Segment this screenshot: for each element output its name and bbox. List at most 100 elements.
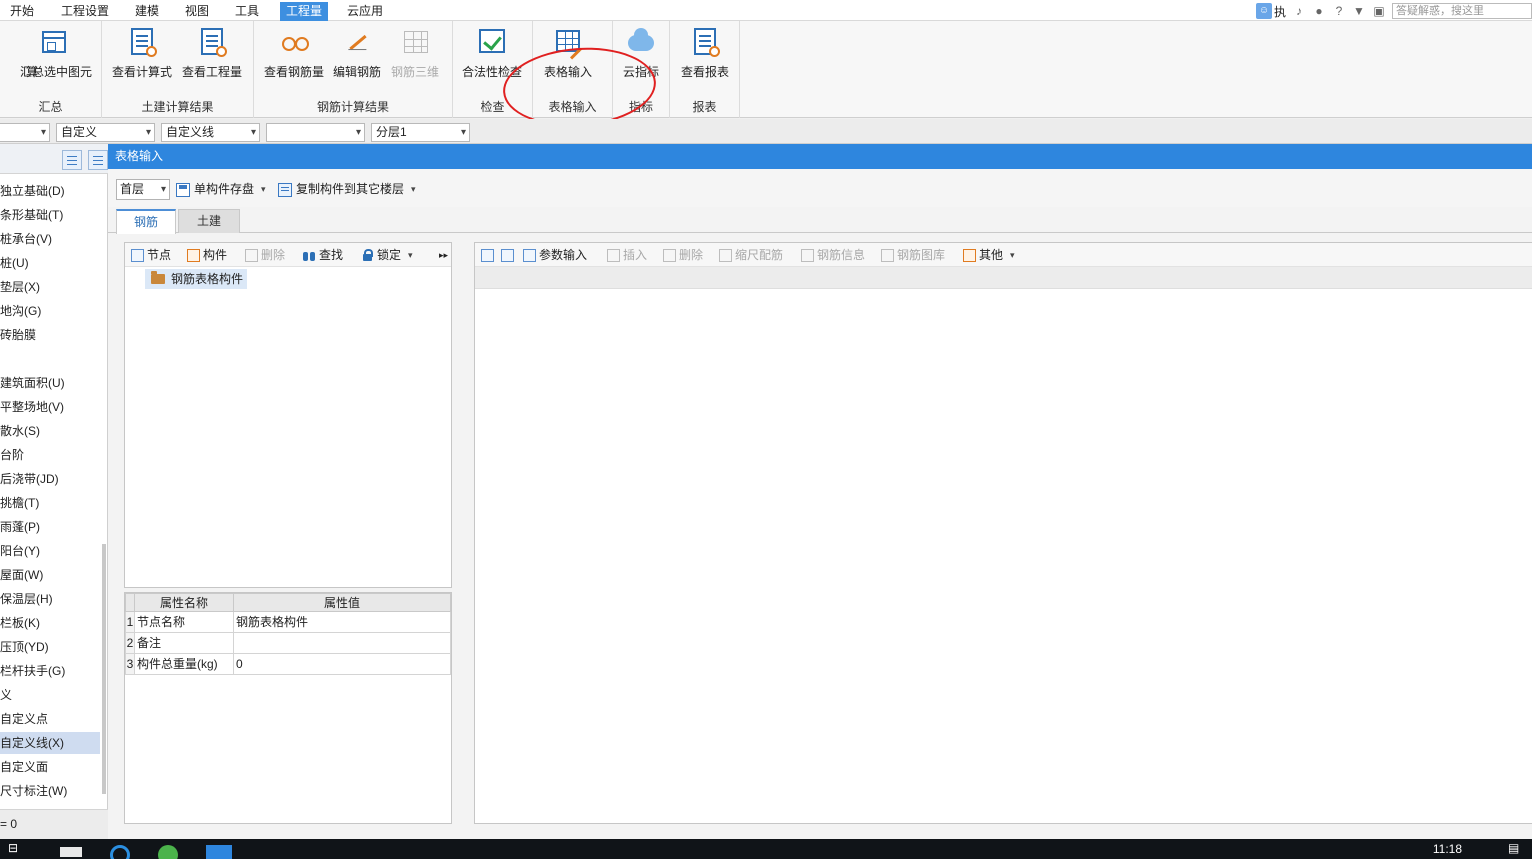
report-doc-icon [690,27,720,57]
sidebar-item[interactable]: 压顶(YD) [0,636,100,658]
table-row[interactable]: 3 构件总重量(kg) 0 [125,653,451,675]
scale-rebar-button[interactable]: 缩尺配筋 [719,247,783,264]
shirt-icon[interactable]: ▼ [1352,4,1366,18]
sidebar-item[interactable]: 平整场地(V) [0,396,100,418]
rebar-3d-button[interactable]: 钢筋三维 [382,27,448,80]
group-summary-label: 汇总 [38,100,63,114]
menu-tools[interactable]: 工具 [229,3,265,21]
delete-row-button[interactable]: 删除 [663,247,703,264]
chevron-down-icon: ▾ [411,184,416,194]
view-report-label: 查看报表 [680,65,729,79]
left-nav-scrollbar[interactable] [102,544,106,794]
sidebar-item[interactable]: 砖胎膜 [0,324,100,346]
filter-combo-4[interactable] [266,123,365,142]
list-view-icon[interactable] [62,150,82,170]
edit-rebar-button[interactable]: 编辑钢筋 [324,27,390,80]
sidebar-item[interactable]: 桩承台(V) [0,228,100,250]
green-app-icon[interactable] [158,845,178,859]
add-node-button[interactable]: 节点 [131,247,171,264]
sidebar-item[interactable]: 栏板(K) [0,612,100,634]
expand-toolbar-icon[interactable]: ▸▸ [439,247,448,264]
property-value[interactable]: 钢筋表格构件 [233,611,451,633]
view-quantity-button[interactable]: 查看工程量 [179,27,245,80]
window-icon[interactable]: ▣ [1372,4,1386,18]
chevron-down-icon: ▾ [408,250,413,260]
sidebar-item[interactable] [0,348,100,370]
lock-button[interactable]: 锁定 ▾ [361,247,413,264]
sidebar-item[interactable]: 义 [0,684,100,706]
tab-rebar[interactable]: 钢筋 [116,209,176,234]
sidebar-item[interactable]: 建筑面积(U) [0,372,100,394]
table-row[interactable]: 1 节点名称 钢筋表格构件 [125,611,451,633]
property-value[interactable]: 0 [233,653,451,675]
sidebar-item[interactable]: 地沟(G) [0,300,100,322]
sidebar-item[interactable]: 散水(S) [0,420,100,442]
filter-combo-type[interactable]: 自定义 [56,123,155,142]
action-center-icon[interactable]: ▤ [1508,841,1532,859]
menu-start[interactable]: 开始 [4,3,40,21]
help-icon[interactable]: ? [1332,4,1346,18]
sidebar-item[interactable]: 自定义面 [0,756,100,778]
move-down-button[interactable] [501,247,514,264]
delete-row-label: 删除 [679,248,704,262]
menu-modeling[interactable]: 建模 [129,3,165,21]
ribbon: 算 汇总选中图元 汇总 查看计算式 查看工程量 土建计算结果 查看钢筋量 编辑钢… [0,21,1532,132]
tab-civil[interactable]: 土建 [178,209,240,233]
sidebar-item[interactable]: 雨蓬(P) [0,516,100,538]
sidebar-item[interactable]: 后浇带(JD) [0,468,100,490]
sidebar-item[interactable]: 挑檐(T) [0,492,100,514]
property-name: 构件总重量(kg) [134,653,234,675]
menu-quantities[interactable]: 工程量 [280,2,329,21]
insert-button[interactable]: 插入 [607,247,647,264]
sidebar-item[interactable]: 栏杆扶手(G) [0,660,100,682]
copy-to-floors-button[interactable]: 复制构件到其它楼层 ▾ [278,180,416,199]
task-view-icon[interactable]: ⊟ [8,841,32,859]
glodon-app-icon[interactable] [206,845,232,859]
move-up-button[interactable] [481,247,494,264]
sidebar-item[interactable]: 尺寸标注(W) [0,780,100,802]
bell-icon[interactable]: ♪ [1292,4,1306,18]
user-account[interactable]: ☺ 执 [1255,3,1286,20]
delete-node-button[interactable]: 删除 [245,247,285,264]
rebar-library-button[interactable]: 钢筋图库 [881,247,945,264]
chevron-down-icon: ▾ [261,184,266,194]
qa-search-input[interactable]: 答疑解惑，搜这里 [1392,3,1532,19]
view-rebar-button[interactable]: 查看钢筋量 [261,27,327,80]
filter-combo-layer[interactable]: 分层1 [371,123,470,142]
parameter-input-button[interactable]: 参数输入 [523,247,587,264]
find-button[interactable]: 查找 [303,247,343,264]
menu-cloud-apps[interactable]: 云应用 [341,3,389,21]
sidebar-item[interactable]: 独立基础(D) [0,180,100,202]
calculate-icon [0,27,20,57]
filter-combo-element[interactable]: 自定义线 [161,123,260,142]
sidebar-item[interactable]: 保温层(H) [0,588,100,610]
view-formula-button[interactable]: 查看计算式 [109,27,175,80]
insert-label: 插入 [623,248,648,262]
sidebar-item[interactable]: 阳台(Y) [0,540,100,562]
summarize-selected-button[interactable]: 汇总选中图元 [20,27,92,80]
floor-select[interactable]: 首层 [116,179,170,200]
rebar-grid-panel: 参数输入 插入 删除 缩尺配筋 钢筋信息 钢筋图库 其他 ▾ [474,242,1532,824]
sidebar-item[interactable]: 自定义线(X) [0,732,100,754]
sidebar-item[interactable]: 台阶 [0,444,100,466]
sidebar-item[interactable]: 自定义点 [0,708,100,730]
menu-project-settings[interactable]: 工程设置 [55,3,115,21]
envelope-icon[interactable] [60,847,82,857]
sidebar-item[interactable]: 条形基础(T) [0,204,100,226]
sidebar-item[interactable]: 桩(U) [0,252,100,274]
tree-node-rebar-table-component[interactable]: 钢筋表格构件 [145,269,248,289]
sidebar-item[interactable]: 垫层(X) [0,276,100,298]
menu-view[interactable]: 视图 [179,3,215,21]
table-row[interactable]: 2 备注 [125,632,451,654]
chat-icon[interactable]: ● [1312,4,1326,18]
rebar-info-button[interactable]: 钢筋信息 [801,247,865,264]
view-report-button[interactable]: 查看报表 [672,27,738,80]
add-component-button[interactable]: 构件 [187,247,227,264]
grid-view-icon[interactable] [88,150,108,170]
sidebar-item[interactable]: 屋面(W) [0,564,100,586]
filter-combo-1[interactable] [0,123,50,142]
other-button[interactable]: 其他 ▾ [963,247,1015,264]
save-component-button[interactable]: 单构件存盘 ▾ [176,180,266,199]
ie-browser-icon[interactable] [110,845,130,859]
property-value[interactable] [233,632,451,654]
